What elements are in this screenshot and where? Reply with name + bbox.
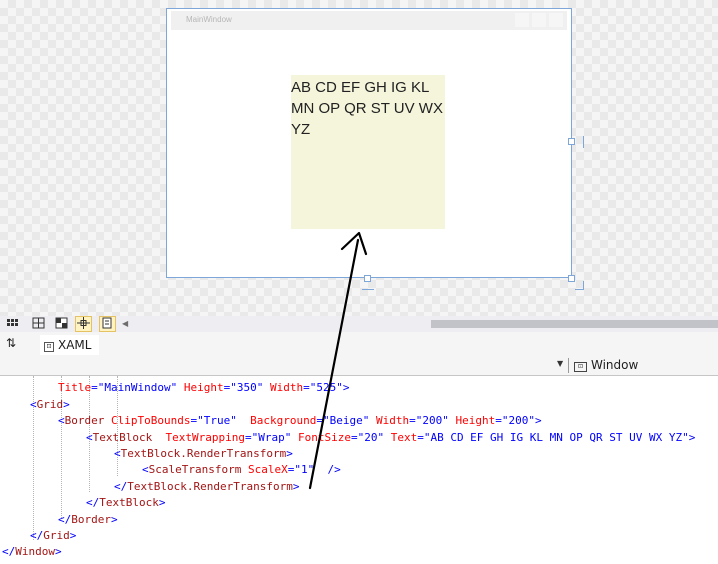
grid-view-icon[interactable] [4,316,21,332]
code-line: Title="MainWindow" Height="350" Width="5… [58,381,350,394]
xaml-tab-icon: ⊡ [44,342,54,352]
view-tab-bar: ⇅ ⊡ XAML [0,332,718,357]
element-selector[interactable]: ⊡ Window [574,357,638,374]
window-title: MainWindow [186,15,232,24]
code-line: <TextBlock.RenderTransform> [114,447,293,460]
xaml-code-editor[interactable]: Title="MainWindow" Height="350" Width="5… [0,376,718,564]
margin-adorner-right [583,136,584,148]
margin-adorner-corner-v [583,281,584,290]
code-line: <Grid> [30,398,70,411]
chevron-down-icon[interactable]: ▼ [557,359,563,368]
designer-toolbar: ◀ [0,316,718,332]
code-line: <Border ClipToBounds="True" Background="… [58,414,542,427]
horizontal-scrollbar-thumb[interactable] [431,320,718,328]
window-titlebar: MainWindow [171,11,567,30]
close-icon [549,13,563,27]
split-horizontal-icon[interactable] [30,316,47,332]
navigation-divider [568,358,569,373]
code-line: </Grid> [30,529,77,542]
code-line: </Border> [58,513,118,526]
checker-icon[interactable] [53,316,70,332]
scroll-left-icon[interactable]: ◀ [122,319,128,328]
element-selector-label: Window [591,358,639,372]
designer-surface[interactable]: MainWindow AB CD EF GH IG KL MN OP QR ST… [0,0,718,318]
code-line: </TextBlock.RenderTransform> [114,480,300,493]
code-line: <ScaleTransform ScaleX="1" /> [142,463,341,476]
minimize-icon [515,13,529,27]
tab-xaml-label: XAML [58,338,92,352]
code-line: </Window> [2,545,62,558]
snap-to-gridlines-icon[interactable] [75,316,92,332]
window-preview[interactable]: MainWindow AB CD EF GH IG KL MN OP QR ST… [166,8,572,278]
swap-panes-icon[interactable]: ⇅ [6,336,16,350]
margin-adorner-bottom [362,289,374,290]
tab-xaml[interactable]: ⊡ XAML [40,335,100,355]
element-navigation-bar: ▼ ⊡ Window [0,356,718,376]
resize-handle-corner[interactable] [568,275,575,282]
textblock-element[interactable]: AB CD EF GH IG KL MN OP QR ST UV WX YZ [291,77,445,140]
border-element[interactable]: AB CD EF GH IG KL MN OP QR ST UV WX YZ [291,75,445,229]
maximize-icon [532,13,546,27]
snap-to-lines-icon[interactable] [99,316,116,332]
code-line: <TextBlock TextWrapping="Wrap" FontSize=… [86,431,696,444]
code-line: </TextBlock> [86,496,166,509]
window-element-icon: ⊡ [574,362,587,372]
resize-handle-right[interactable] [568,138,575,145]
resize-handle-bottom[interactable] [364,275,371,282]
